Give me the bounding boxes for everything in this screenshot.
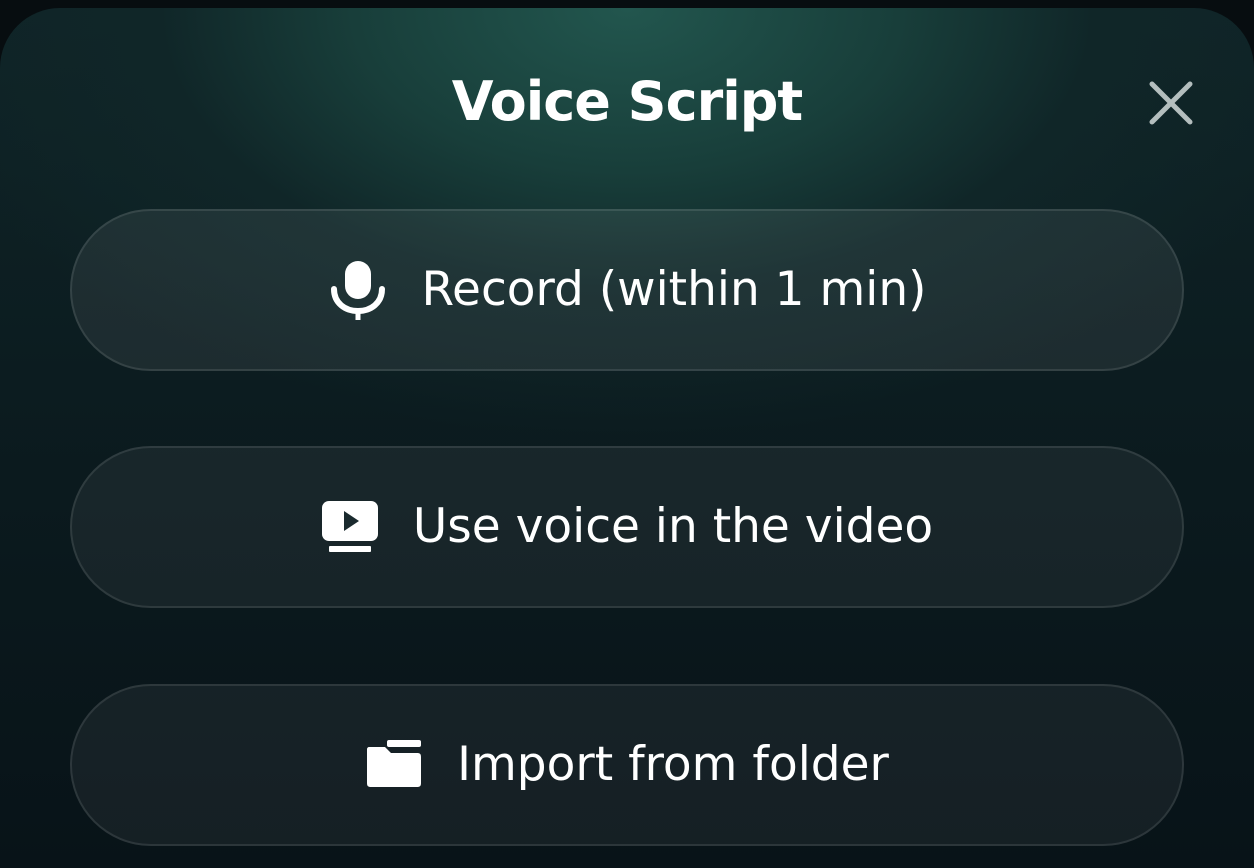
dialog-title: Voice Script: [451, 70, 803, 133]
record-button[interactable]: Record (within 1 min): [70, 209, 1184, 371]
close-button[interactable]: [1142, 76, 1200, 134]
use-video-voice-button[interactable]: Use voice in the video: [70, 446, 1184, 608]
voice-script-sheet: Voice Script Record (within 1 min) Use v…: [0, 8, 1254, 868]
folder-icon: [365, 739, 423, 791]
import-folder-label: Import from folder: [457, 737, 889, 792]
import-folder-button[interactable]: Import from folder: [70, 684, 1184, 846]
microphone-icon: [328, 259, 388, 321]
close-icon: [1148, 80, 1194, 130]
video-play-icon: [321, 500, 379, 554]
record-label: Record (within 1 min): [421, 262, 927, 317]
use-video-voice-label: Use voice in the video: [412, 499, 934, 554]
